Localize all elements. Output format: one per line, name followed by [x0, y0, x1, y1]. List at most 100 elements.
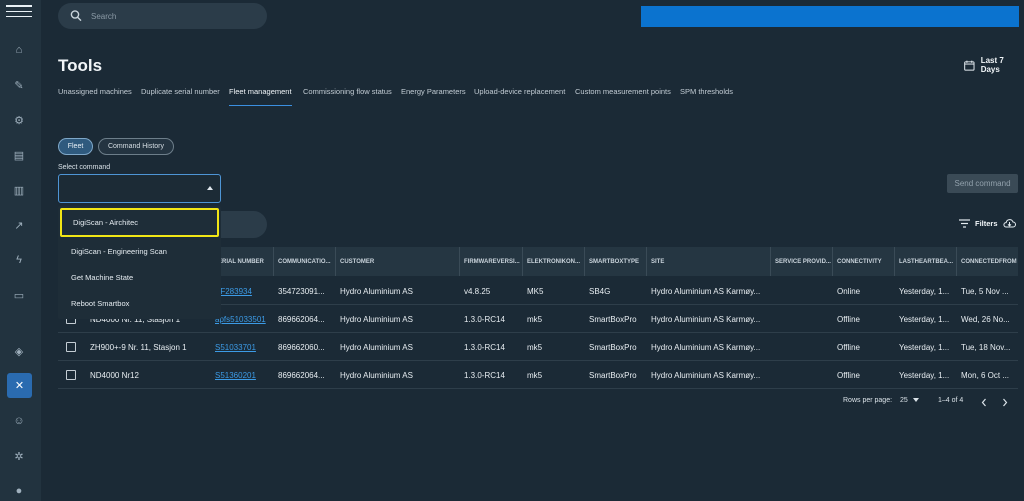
tab-fleet-management[interactable]: Fleet management — [229, 86, 292, 106]
cell-connected-from: Mon, 6 Oct ... — [961, 370, 1010, 380]
cell-serial-link[interactable]: S51033701 — [210, 333, 273, 361]
cell-machine-name: ZH900+-9 Nr. 11, Stasjon 1 — [90, 342, 187, 352]
prev-page-icon[interactable] — [980, 398, 988, 407]
filters-button[interactable]: Filters — [959, 218, 1016, 228]
wrench-icon[interactable]: ✎ — [9, 75, 29, 95]
command-select[interactable] — [58, 174, 221, 203]
help-icon[interactable]: ● — [9, 481, 29, 501]
tab-custom-measurement-points[interactable]: Custom measurement points — [575, 86, 671, 106]
search-icon — [70, 10, 82, 22]
cell-communication: 869662064... — [278, 370, 325, 380]
col-serial-number[interactable]: ERIAL NUMBER — [214, 247, 274, 276]
cell-customer: Hydro Aluminium AS — [340, 342, 413, 352]
add-user-icon[interactable]: ☺ — [9, 411, 29, 431]
tab-energy-parameters[interactable]: Energy Parameters — [401, 86, 466, 106]
filters-label: Filters — [975, 218, 998, 228]
send-command-button[interactable]: Send command — [947, 174, 1018, 193]
machine-icon[interactable]: ⚙ — [9, 110, 29, 130]
cell-connectivity: Offline — [837, 342, 860, 352]
cell-service-provider — [770, 277, 832, 305]
power-icon[interactable]: ϟ — [9, 250, 29, 270]
table-row[interactable]: ZH900+-9 Nr. 11, Stasjon 1 S51033701 869… — [58, 333, 1018, 361]
logo-lines — [6, 11, 32, 17]
col-communication[interactable]: COMMUNICATIO... — [273, 247, 335, 276]
page-title: Tools — [58, 56, 103, 75]
cell-firmware: 1.3.0-RC14 — [464, 342, 505, 352]
notification-banner — [641, 6, 1019, 27]
tools-icon[interactable]: ✕ — [7, 373, 32, 398]
page-range: 1–4 of 4 — [938, 397, 964, 404]
option-digiscan-engineering-scan[interactable]: DigiScan - Engineering Scan — [58, 238, 221, 264]
message-icon[interactable]: ▭ — [9, 285, 29, 305]
row-checkbox[interactable] — [66, 370, 76, 380]
cell-site: Hydro Aluminium AS Karmøy... — [651, 314, 761, 324]
option-get-machine-state[interactable]: Get Machine State — [58, 264, 221, 290]
caret-down-icon — [912, 398, 919, 403]
cell-smartbox: SmartBoxPro — [589, 370, 637, 380]
col-last-heartbeat[interactable]: LASTHEARTBEA... — [894, 247, 956, 276]
rows-per-page-label: Rows per page: — [843, 397, 893, 404]
command-dropdown-menu: DigiScan - Airchitec DigiScan - Engineer… — [58, 206, 221, 319]
home-icon[interactable]: ⌂ — [9, 40, 29, 60]
col-connectivity[interactable]: CONNECTIVITY — [832, 247, 894, 276]
trend-icon[interactable]: ↗ — [9, 215, 29, 235]
cell-connected-from: Tue, 18 Nov... — [961, 342, 1011, 352]
rows-per-page-value: 25 — [900, 397, 908, 404]
caret-up-icon — [207, 186, 213, 190]
calendar-icon — [964, 60, 975, 71]
rows-per-page-select[interactable]: 25 — [900, 397, 919, 404]
bar-chart-icon[interactable]: ▥ — [9, 180, 29, 200]
cell-machine-name: ND4000 Nr12 — [90, 370, 139, 380]
cell-heartbeat: Yesterday, 1... — [899, 286, 950, 296]
fleet-toggle[interactable]: Fleet — [58, 138, 93, 155]
command-history-toggle[interactable]: Command History — [98, 138, 174, 155]
col-connected-from[interactable]: CONNECTEDFROM — [956, 247, 1018, 276]
select-command-label: Select command — [58, 164, 111, 171]
cell-customer: Hydro Aluminium AS — [340, 370, 413, 380]
cell-site: Hydro Aluminium AS Karmøy... — [651, 370, 761, 380]
clipboard-icon[interactable]: ▤ — [9, 145, 29, 165]
settings-icon[interactable]: ✲ — [9, 446, 29, 466]
cloud-download-icon[interactable] — [1002, 218, 1016, 228]
tab-spm-thresholds[interactable]: SPM thresholds — [680, 86, 733, 106]
col-service-provider[interactable]: SERVICE PROVID... — [770, 247, 832, 276]
col-elektronikon[interactable]: ELEKTRONIKON... — [522, 247, 584, 276]
option-digiscan-airchitec[interactable]: DigiScan - Airchitec — [60, 208, 219, 237]
tab-unassigned-machines[interactable]: Unassigned machines — [58, 86, 132, 106]
cell-connected-from: Tue, 5 Nov ... — [961, 286, 1009, 296]
col-firmware-version[interactable]: FIRMWAREVERSI... — [459, 247, 522, 276]
tab-commissioning-flow-status[interactable]: Commissioning flow status — [303, 86, 392, 106]
date-range-picker[interactable]: Last 7 Days — [964, 56, 1024, 74]
cell-elektronikon: mk5 — [527, 314, 543, 324]
cell-site: Hydro Aluminium AS Karmøy... — [651, 342, 761, 352]
cell-service-provider — [770, 333, 832, 361]
cell-heartbeat: Yesterday, 1... — [899, 342, 950, 352]
col-site[interactable]: SITE — [646, 247, 770, 276]
row-checkbox[interactable] — [66, 342, 76, 352]
tab-duplicate-serial-number[interactable]: Duplicate serial number — [141, 86, 220, 106]
cell-customer: Hydro Aluminium AS — [340, 314, 413, 324]
date-range-label: Last 7 Days — [980, 56, 1004, 74]
brand-logo[interactable] — [0, 0, 41, 24]
search-bar — [58, 3, 267, 29]
cell-firmware: v4.8.25 — [464, 286, 491, 296]
search-input[interactable] — [91, 9, 251, 24]
cell-smartbox: SmartBoxPro — [589, 342, 637, 352]
col-smartbox-type[interactable]: SMARTBOXTYPE — [584, 247, 646, 276]
cell-service-provider — [770, 305, 832, 333]
table-search-field[interactable] — [215, 211, 267, 238]
table-row[interactable]: ND4000 Nr12 S51360201 869662064... Hydro… — [58, 361, 1018, 389]
cell-smartbox: SB4G — [589, 286, 611, 296]
cell-elektronikon: MK5 — [527, 286, 544, 296]
col-customer[interactable]: CUSTOMER — [335, 247, 459, 276]
cell-heartbeat: Yesterday, 1... — [899, 370, 950, 380]
option-reboot-smartbox[interactable]: Reboot Smartbox — [58, 290, 221, 316]
cell-serial-link[interactable]: S51360201 — [210, 361, 273, 389]
shield-icon[interactable]: ◈ — [9, 341, 29, 361]
cell-elektronikon: mk5 — [527, 342, 543, 352]
cell-firmware: 1.3.0-RC14 — [464, 314, 505, 324]
tab-upload-device-replacement[interactable]: Upload-device replacement — [474, 86, 565, 106]
side-nav: ⌂ ✎ ⚙ ▤ ▥ ↗ ϟ ▭ ◈ ✕ ☺ ✲ ● — [0, 0, 41, 501]
cell-customer: Hydro Aluminium AS — [340, 286, 413, 296]
next-page-icon[interactable] — [1001, 398, 1009, 407]
